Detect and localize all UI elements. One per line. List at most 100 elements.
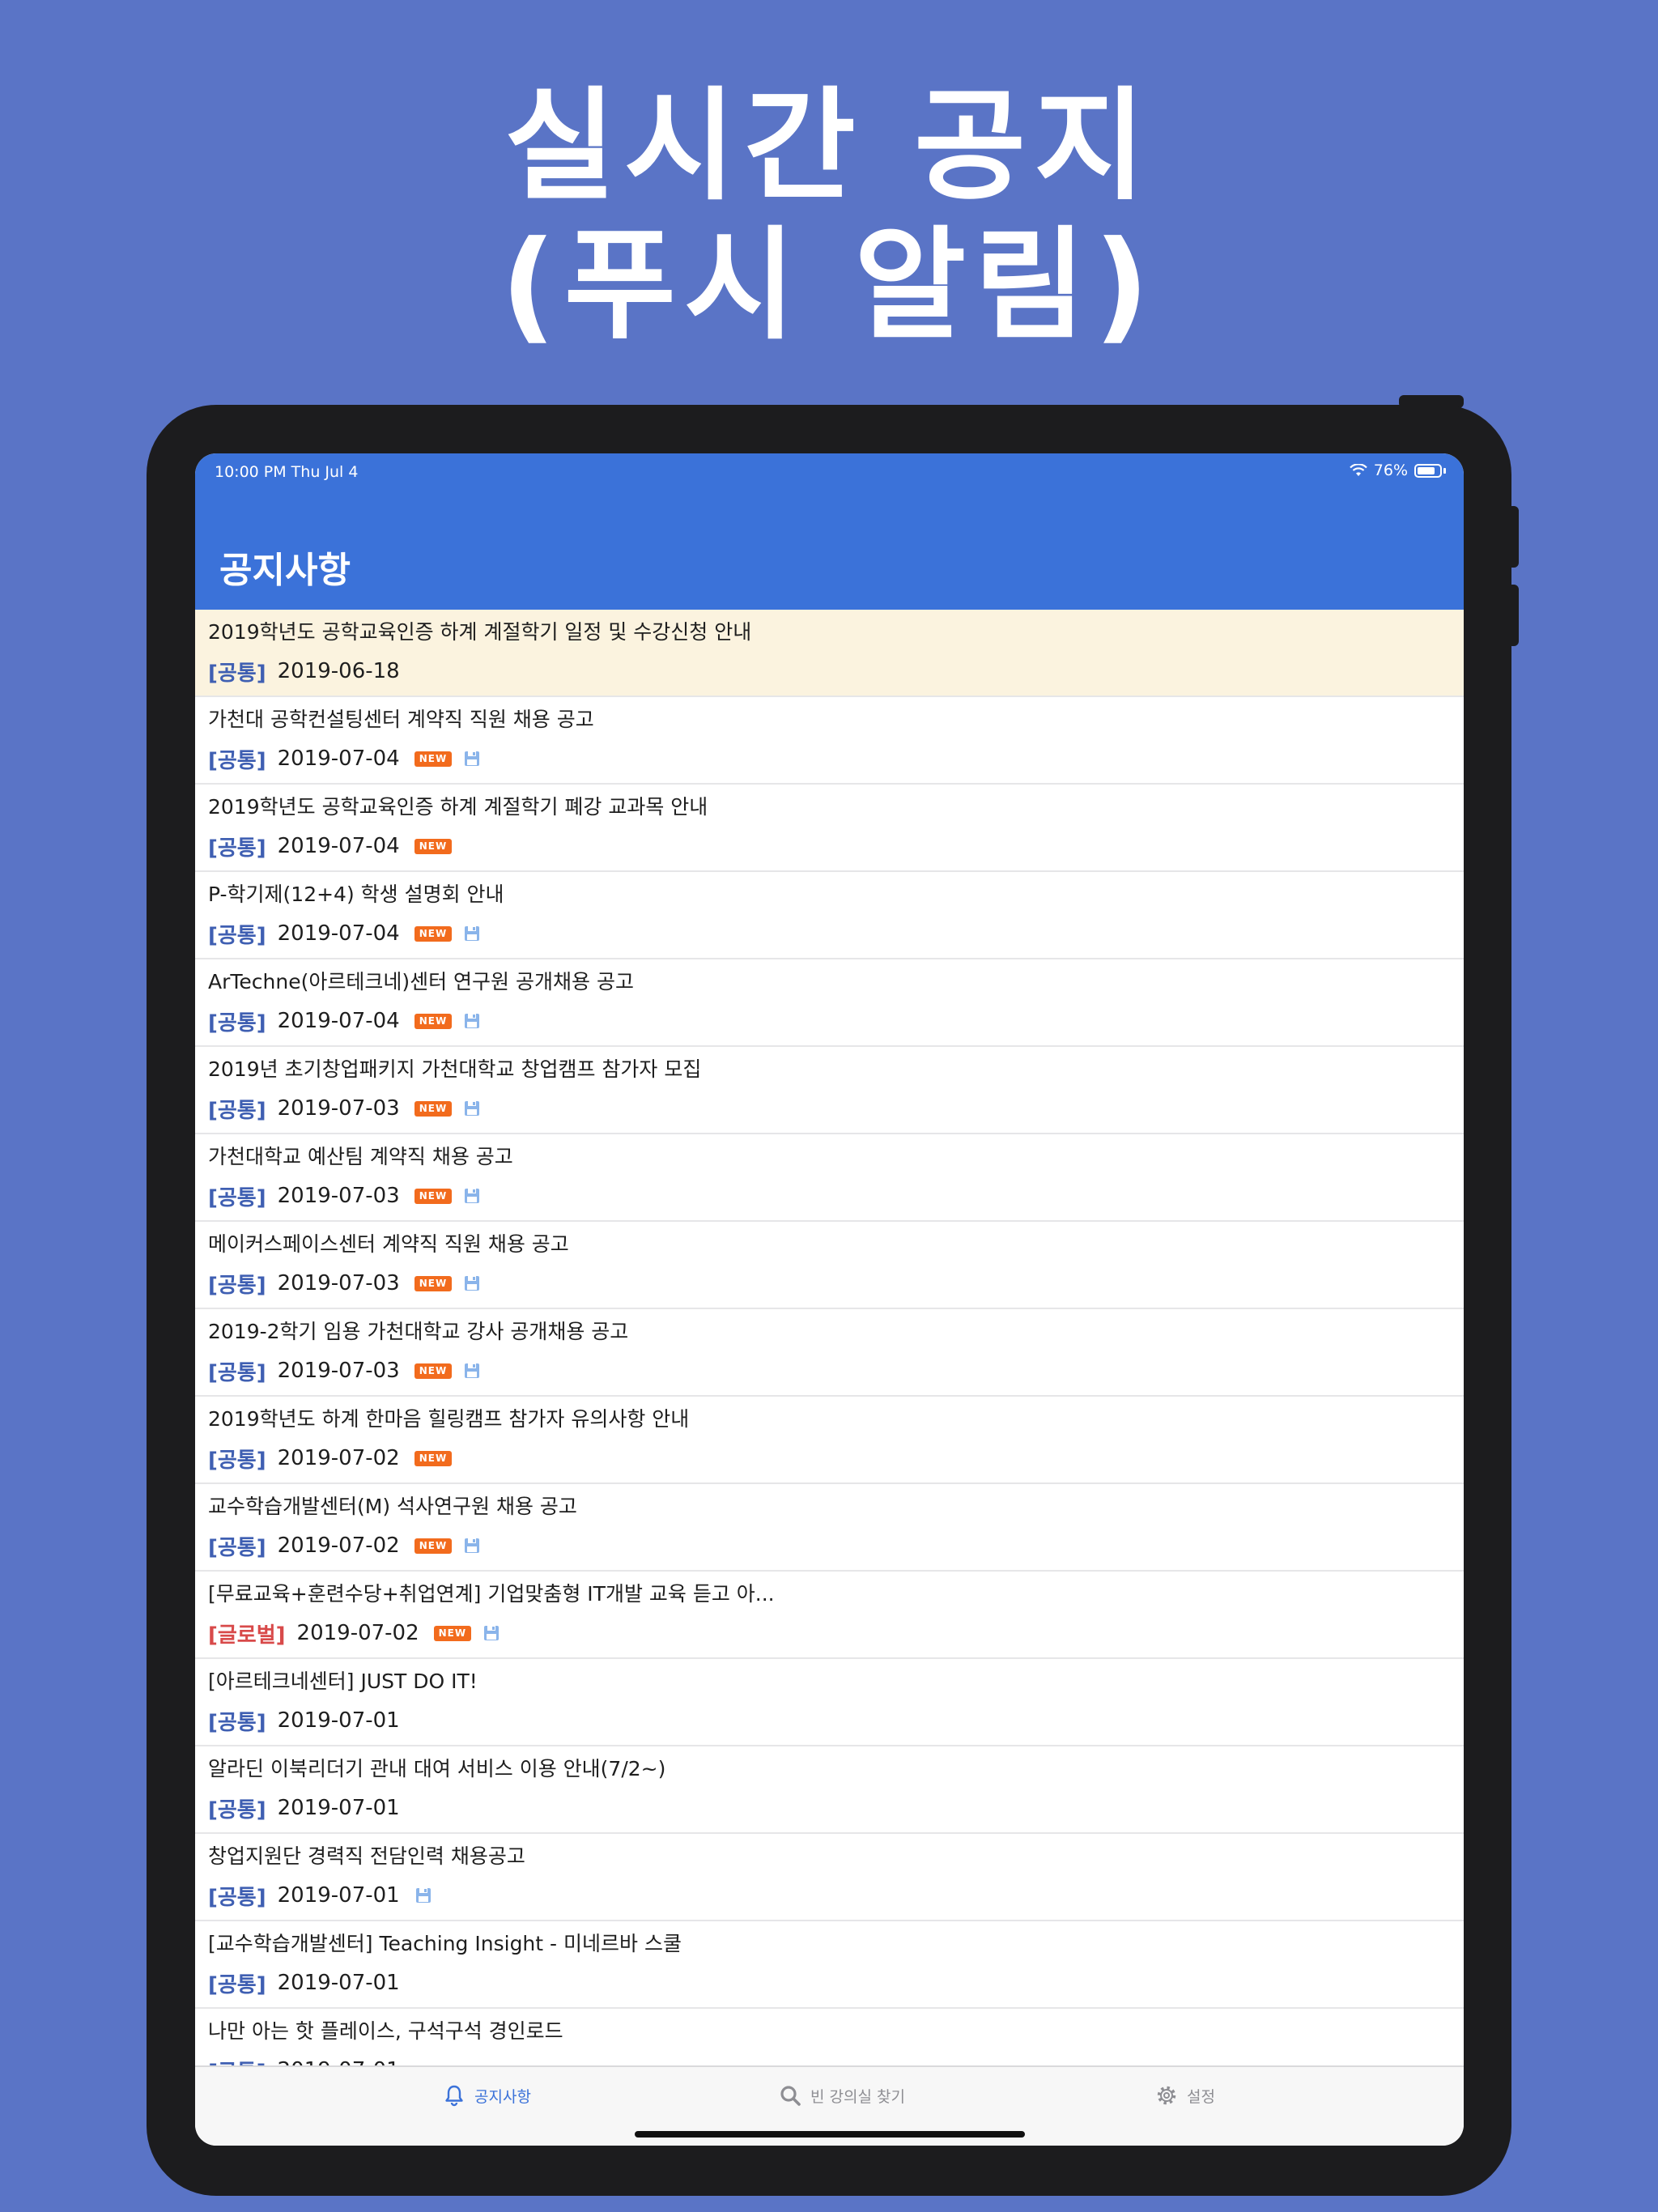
attachment-save-icon bbox=[483, 1624, 500, 1642]
bell-icon bbox=[445, 2085, 463, 2107]
notice-title: 2019학년도 공학교육인증 하계 계절학기 일정 및 수강신청 안내 bbox=[208, 620, 752, 644]
notice-category-tag: [공통] bbox=[208, 1010, 266, 1036]
attachment-save-icon bbox=[463, 1274, 481, 1292]
notice-category-tag: [공통] bbox=[208, 1535, 266, 1560]
notice-title: [무료교육+훈련수당+취업연계] 기업맞춤형 IT개발 교육 듣고 아... bbox=[208, 1582, 775, 1606]
notice-row[interactable]: 메이커스페이스센터 계약직 직원 채용 공고 [공통] 2019-07-03 NEW bbox=[195, 1222, 1464, 1309]
notice-row[interactable]: 창업지원단 경력직 전담인력 채용공고 [공통] 2019-07-01 bbox=[195, 1834, 1464, 1921]
notice-date: 2019-07-02 bbox=[277, 1534, 400, 1558]
notice-date: 2019-07-03 bbox=[277, 1096, 400, 1121]
notice-category-tag: [공통] bbox=[208, 1360, 266, 1385]
notice-meta: [공통] 2019-07-02 NEW bbox=[208, 1442, 453, 1474]
tab-settings-label: 설정 bbox=[1187, 2087, 1215, 2106]
notice-meta: [공통] 2019-07-03 NEW bbox=[208, 1267, 481, 1300]
notice-row[interactable]: 나만 아는 핫 플레이스, 구석구석 경인로드[공통]2019-07-01 bbox=[195, 2009, 1464, 2067]
notice-title: 알라딘 이북리더기 관내 대여 서비스 이용 안내(7/2~) bbox=[208, 1757, 666, 1780]
tab-empty-classroom[interactable]: 빈 강의실 찾기 bbox=[778, 2083, 905, 2108]
notice-title: 2019학년도 공학교육인증 하계 계절학기 폐강 교과목 안내 bbox=[208, 795, 708, 819]
notice-title: 2019-2학기 임용 가천대학교 강사 공개채용 공고 bbox=[208, 1320, 629, 1343]
notice-title: P-학기제(12+4) 학생 설명회 안내 bbox=[208, 883, 504, 906]
notice-meta: [공통] 2019-07-04 NEW bbox=[208, 1005, 481, 1037]
notice-row[interactable]: 2019학년도 하계 한마음 힐링캠프 참가자 유의사항 안내 [공통] 2019-… bbox=[195, 1397, 1464, 1484]
tab-settings[interactable]: 설정 bbox=[1154, 2083, 1215, 2108]
notice-meta: [공통] 2019-07-04 NEW bbox=[208, 830, 453, 862]
notice-meta: [공통] 2019-07-04 NEW bbox=[208, 742, 481, 775]
attachment-save-icon bbox=[414, 1887, 432, 1904]
wifi-icon bbox=[1349, 464, 1367, 476]
notice-date: 2019-07-03 bbox=[277, 1184, 400, 1208]
notice-meta: [공통] 2019-07-01 bbox=[208, 1879, 432, 1912]
status-bar: 10:00 PM Thu Jul 4 76% bbox=[215, 458, 1446, 484]
notice-meta: [공통] 2019-07-01 bbox=[208, 1792, 403, 1824]
new-badge: NEW bbox=[414, 1450, 453, 1466]
attachment-save-icon bbox=[463, 1537, 481, 1555]
new-badge: NEW bbox=[433, 1625, 472, 1641]
battery-cap bbox=[1443, 467, 1446, 474]
app-screen: 10:00 PM Thu Jul 4 76% 공지사항 2019학년도 공학교육… bbox=[195, 453, 1464, 2146]
notice-row[interactable]: 교수학습개발센터(M) 석사연구원 채용 공고 [공통] 2019-07-02 NEW bbox=[195, 1484, 1464, 1572]
notice-category-tag: [공통] bbox=[208, 836, 266, 861]
notice-title: 메이커스페이스센터 계약직 직원 채용 공고 bbox=[208, 1232, 569, 1256]
notice-date: 2019-07-03 bbox=[277, 1359, 400, 1383]
notice-title: [교수학습개발센터] Teaching Insight - 미네르바 스쿨 bbox=[208, 1932, 682, 1955]
notice-date: 2019-07-02 bbox=[277, 1446, 400, 1470]
notice-category-tag: [글로벌] bbox=[208, 1623, 286, 1648]
new-badge: NEW bbox=[414, 1013, 453, 1029]
notice-row[interactable]: 가천대학교 예산팀 계약직 채용 공고 [공통] 2019-07-03 NEW bbox=[195, 1134, 1464, 1222]
search-icon bbox=[780, 2086, 801, 2106]
notice-list[interactable]: 2019학년도 공학교육인증 하계 계절학기 일정 및 수강신청 안내 [공통] 2… bbox=[195, 610, 1464, 2067]
notice-title: 가천대 공학컨설팅센터 계약직 직원 채용 공고 bbox=[208, 708, 594, 731]
notice-row[interactable]: P-학기제(12+4) 학생 설명회 안내 [공통] 2019-07-04 NEW bbox=[195, 872, 1464, 959]
notice-meta: [공통] 2019-06-18 bbox=[208, 655, 403, 687]
notice-title: 교수학습개발센터(M) 석사연구원 채용 공고 bbox=[208, 1495, 577, 1518]
gear-icon bbox=[1157, 2086, 1176, 2105]
notice-date: 2019-07-01 bbox=[277, 1883, 400, 1908]
notice-date: 2019-07-03 bbox=[277, 1271, 400, 1295]
promo-headline: 실시간 공지 (푸시 알림) bbox=[0, 77, 1658, 355]
notice-category-tag: [공통] bbox=[208, 1098, 266, 1123]
notice-row[interactable]: 2019년 초기창업패키지 가천대학교 창업캠프 참가자 모집 [공통] 2019-… bbox=[195, 1047, 1464, 1134]
attachment-save-icon bbox=[463, 1012, 481, 1030]
notice-title: 2019년 초기창업패키지 가천대학교 창업캠프 참가자 모집 bbox=[208, 1057, 702, 1081]
notice-row[interactable]: 2019-2학기 임용 가천대학교 강사 공개채용 공고 [공통] 2019-07-… bbox=[195, 1309, 1464, 1397]
promo-headline-line2: (푸시 알림) bbox=[500, 215, 1158, 356]
tab-notices[interactable]: 공지사항 bbox=[442, 2083, 531, 2108]
notice-date: 2019-07-02 bbox=[296, 1621, 419, 1645]
notice-meta: [공통] 2019-07-02 NEW bbox=[208, 1529, 481, 1562]
notice-title: ArTechne(아르테크네)센터 연구원 공개채용 공고 bbox=[208, 970, 634, 993]
notice-row[interactable]: 가천대 공학컨설팅센터 계약직 직원 채용 공고 [공통] 2019-07-04 NE… bbox=[195, 697, 1464, 785]
notice-row[interactable]: [교수학습개발센터] Teaching Insight - 미네르바 스쿨 [공통… bbox=[195, 1921, 1464, 2009]
notice-category-tag: [공통] bbox=[208, 1448, 266, 1473]
status-time: 10:00 PM Thu Jul 4 bbox=[215, 463, 359, 481]
new-badge: NEW bbox=[414, 1363, 453, 1379]
notice-row[interactable]: 알라딘 이북리더기 관내 대여 서비스 이용 안내(7/2~) [공통] 2019-… bbox=[195, 1746, 1464, 1834]
notice-title: [아르테크네센터] JUST DO IT! bbox=[208, 1670, 478, 1693]
new-badge: NEW bbox=[414, 1100, 453, 1117]
notice-meta: [공통] 2019-07-01 bbox=[208, 1704, 403, 1737]
notice-category-tag: [공통] bbox=[208, 1273, 266, 1298]
notice-row[interactable]: 2019학년도 공학교육인증 하계 계절학기 일정 및 수강신청 안내 [공통] 2… bbox=[195, 610, 1464, 697]
notice-row[interactable]: [아르테크네센터] JUST DO IT! [공통] 2019-07-01 bbox=[195, 1659, 1464, 1746]
notice-category-tag: [공통] bbox=[208, 1797, 266, 1823]
notice-row[interactable]: 2019학년도 공학교육인증 하계 계절학기 폐강 교과목 안내 [공통] 2019… bbox=[195, 785, 1464, 872]
battery-percent: 76% bbox=[1373, 462, 1408, 479]
attachment-save-icon bbox=[463, 1187, 481, 1205]
notice-title: 나만 아는 핫 플레이스, 구석구석 경인로드 bbox=[208, 2019, 563, 2043]
notice-date: 2019-07-04 bbox=[277, 834, 400, 858]
notice-meta: [공통] 2019-07-03 NEW bbox=[208, 1180, 481, 1212]
notice-date: 2019-07-01 bbox=[277, 1796, 400, 1820]
promo-headline-line1: 실시간 공지 bbox=[504, 76, 1154, 217]
notice-row[interactable]: [무료교육+훈련수당+취업연계] 기업맞춤형 IT개발 교육 듣고 아... [글… bbox=[195, 1572, 1464, 1659]
new-badge: NEW bbox=[414, 1538, 453, 1554]
navigation-bar: 10:00 PM Thu Jul 4 76% 공지사항 bbox=[195, 453, 1464, 610]
tab-bar: 공지사항 빈 강의실 찾기 설정 bbox=[195, 2065, 1464, 2146]
page-title: 공지사항 bbox=[219, 550, 351, 591]
new-badge: NEW bbox=[414, 925, 453, 942]
notice-category-tag: [공통] bbox=[208, 923, 266, 948]
status-indicators: 76% bbox=[1349, 462, 1446, 479]
notice-row[interactable]: ArTechne(아르테크네)센터 연구원 공개채용 공고 [공통] 2019-07… bbox=[195, 959, 1464, 1047]
tab-empty-classroom-label: 빈 강의실 찾기 bbox=[810, 2087, 905, 2106]
notice-date: 2019-06-18 bbox=[277, 659, 400, 683]
notice-date: 2019-07-04 bbox=[277, 747, 400, 771]
attachment-save-icon bbox=[463, 1100, 481, 1117]
